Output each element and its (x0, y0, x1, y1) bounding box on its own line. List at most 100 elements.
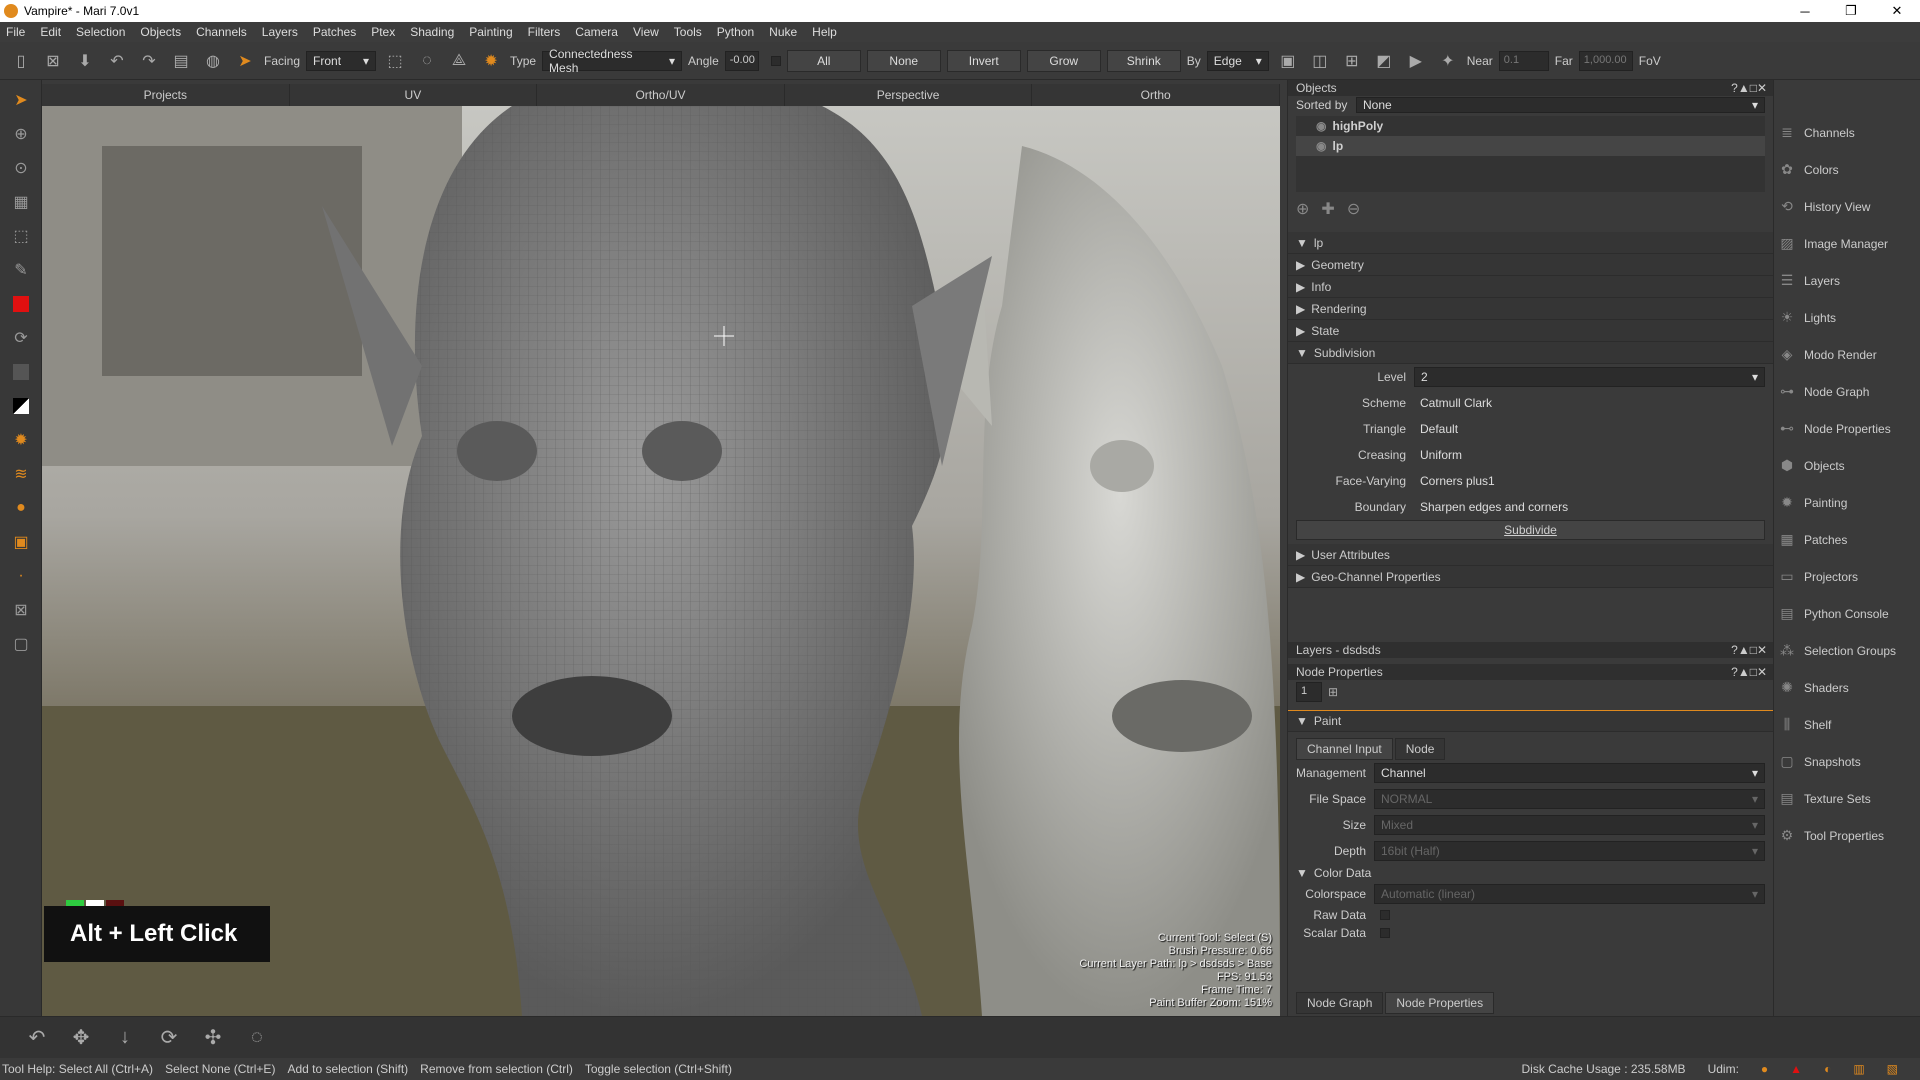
select-tool-icon[interactable]: ➤ (232, 48, 258, 74)
level-dropdown[interactable]: 2 ▾ (1414, 367, 1765, 387)
view-icon-4[interactable]: ◩ (1371, 48, 1397, 74)
tab-node-graph[interactable]: Node Graph (1296, 992, 1384, 1014)
palette-channels[interactable]: ≣ Channels (1774, 114, 1920, 151)
eye-icon[interactable]: ◉ (1316, 139, 1326, 153)
view-icon-2[interactable]: ◫ (1307, 48, 1333, 74)
rotate-icon[interactable]: ⟳ (156, 1025, 182, 1050)
add-child-icon[interactable]: ✚ (1321, 199, 1334, 219)
palette-node-properties[interactable]: ⊷ Node Properties (1774, 410, 1920, 447)
section-geo-channel[interactable]: ▶ Geo-Channel Properties (1288, 566, 1773, 588)
refresh-icon[interactable]: ⟳ (7, 324, 35, 352)
palette-painting[interactable]: ✹ Painting (1774, 484, 1920, 521)
colorspace-dropdown[interactable]: Automatic (linear) ▾ (1374, 884, 1765, 904)
minimize-button[interactable]: ─ (1782, 0, 1828, 22)
menu-edit[interactable]: Edit (40, 25, 61, 39)
sphere-icon[interactable]: ● (7, 494, 35, 522)
palette-node-graph[interactable]: ⊶ Node Graph (1774, 373, 1920, 410)
menu-ptex[interactable]: Ptex (371, 25, 395, 39)
palette-texture-sets[interactable]: ▤ Texture Sets (1774, 780, 1920, 817)
triangle-value[interactable]: Default (1414, 419, 1773, 439)
grow-button[interactable]: Grow (1026, 49, 1101, 72)
section-state[interactable]: ▶ State (1288, 320, 1773, 342)
menu-layers[interactable]: Layers (262, 25, 298, 39)
tab-node-properties[interactable]: Node Properties (1385, 992, 1495, 1014)
select-none-button[interactable]: None (866, 49, 941, 72)
menu-view[interactable]: View (633, 25, 659, 39)
palette-layers[interactable]: ☰ Layers (1774, 262, 1920, 299)
palette-modo-render[interactable]: ◈ Modo Render (1774, 336, 1920, 373)
by-dropdown[interactable]: Edge ▾ (1206, 50, 1269, 71)
palette-shaders[interactable]: ✺ Shaders (1774, 669, 1920, 706)
view-icon-6[interactable]: ✦ (1435, 48, 1461, 74)
undo-icon[interactable]: ↶ (104, 48, 130, 74)
select-arrow-icon[interactable]: ➤ (7, 86, 35, 114)
tab-node[interactable]: Node (1394, 738, 1446, 760)
section-subdivision[interactable]: ▼ Subdivision (1288, 342, 1773, 364)
menu-painting[interactable]: Painting (469, 25, 512, 39)
tab-projects[interactable]: Projects (42, 84, 290, 106)
status-sphere-icon[interactable]: ● (1761, 1062, 1768, 1076)
palette-snapshots[interactable]: ▢ Snapshots (1774, 743, 1920, 780)
selection-box-icon[interactable]: ▣ (7, 528, 35, 556)
grid-icon[interactable]: ▦ (7, 188, 35, 216)
remove-object-icon[interactable]: ⊖ (1347, 199, 1360, 219)
sorted-by-dropdown[interactable]: None ▾ (1356, 97, 1765, 113)
subdivide-button[interactable]: Subdivide (1296, 520, 1765, 540)
status-doc-icon[interactable]: ▧ (1887, 1062, 1898, 1076)
angle-input[interactable]: -0.00 (724, 50, 759, 71)
tab-perspective[interactable]: Perspective (785, 84, 1033, 106)
paint-brush-icon[interactable]: ✹ (7, 426, 35, 454)
menu-channels[interactable]: Channels (196, 25, 247, 39)
creasing-value[interactable]: Uniform (1414, 445, 1773, 465)
section-info[interactable]: ▶ Info (1288, 276, 1773, 298)
scheme-value[interactable]: Catmull Clark (1414, 393, 1773, 413)
down-arrow-icon[interactable]: ↓ (112, 1026, 138, 1049)
far-input[interactable]: 1,000.00 (1578, 50, 1633, 71)
view-icon-5[interactable]: ▶ (1403, 48, 1429, 74)
node-count-input[interactable]: 1 (1296, 682, 1322, 702)
close-file-icon[interactable]: ⊠ (40, 48, 66, 74)
section-user-attributes[interactable]: ▶ User Attributes (1288, 544, 1773, 566)
paint-node-header[interactable]: ▼ Paint (1288, 710, 1773, 732)
menu-file[interactable]: File (6, 25, 25, 39)
panel-controls-icon[interactable]: ?▲□✕ (1731, 665, 1767, 679)
type-dropdown[interactable]: Connectedness Mesh ▾ (542, 47, 683, 75)
palette-shelf[interactable]: ⫼ Shelf (1774, 706, 1920, 743)
save-icon[interactable]: ⬇ (72, 48, 98, 74)
select-all-button[interactable]: All (786, 49, 861, 72)
status-chart-icon[interactable]: ▥ (1853, 1062, 1864, 1076)
eye-icon[interactable]: ◉ (1316, 119, 1326, 133)
management-dropdown[interactable]: Channel ▾ (1374, 763, 1765, 783)
view-icon-3[interactable]: ⊞ (1339, 48, 1365, 74)
layers-panel-header[interactable]: Layers - dsdsds ?▲□✕ (1288, 642, 1773, 658)
zoom-icon[interactable]: ⊙ (7, 154, 35, 182)
scalardata-checkbox[interactable] (1380, 928, 1390, 938)
menu-shading[interactable]: Shading (410, 25, 454, 39)
archive-icon[interactable]: ▤ (168, 48, 194, 74)
maximize-button[interactable]: ❐ (1828, 0, 1874, 22)
close-button[interactable]: ✕ (1874, 0, 1920, 22)
add-object-icon[interactable]: ⊕ (1296, 199, 1309, 219)
layers-tool-icon[interactable]: ≋ (7, 460, 35, 488)
list-item-highpoly[interactable]: ◉ highPoly (1296, 116, 1765, 136)
palette-lights[interactable]: ☀ Lights (1774, 299, 1920, 336)
frame-icon[interactable]: ⊠ (7, 596, 35, 624)
section-rendering[interactable]: ▶ Rendering (1288, 298, 1773, 320)
foreground-color-swatch[interactable] (7, 290, 35, 318)
circle-icon[interactable]: ◌ (244, 1026, 270, 1049)
invert-button[interactable]: Invert (946, 49, 1021, 72)
palette-tool-properties[interactable]: ⚙ Tool Properties (1774, 817, 1920, 854)
palette-objects[interactable]: ⬢ Objects (1774, 447, 1920, 484)
palette-projectors[interactable]: ▭ Projectors (1774, 558, 1920, 595)
menu-patches[interactable]: Patches (313, 25, 356, 39)
tab-channel-input[interactable]: Channel Input (1296, 738, 1393, 760)
menu-nuke[interactable]: Nuke (769, 25, 797, 39)
palette-colors[interactable]: ✿ Colors (1774, 151, 1920, 188)
menu-help[interactable]: Help (812, 25, 837, 39)
angle-checkbox[interactable] (770, 55, 781, 66)
depth-dropdown[interactable]: 16bit (Half) ▾ (1374, 841, 1765, 861)
window-icon[interactable]: ▢ (7, 630, 35, 658)
undo-arrow-icon[interactable]: ↶ (24, 1025, 50, 1050)
list-item-lp[interactable]: ◉ lp (1296, 136, 1765, 156)
size-dropdown[interactable]: Mixed ▾ (1374, 815, 1765, 835)
